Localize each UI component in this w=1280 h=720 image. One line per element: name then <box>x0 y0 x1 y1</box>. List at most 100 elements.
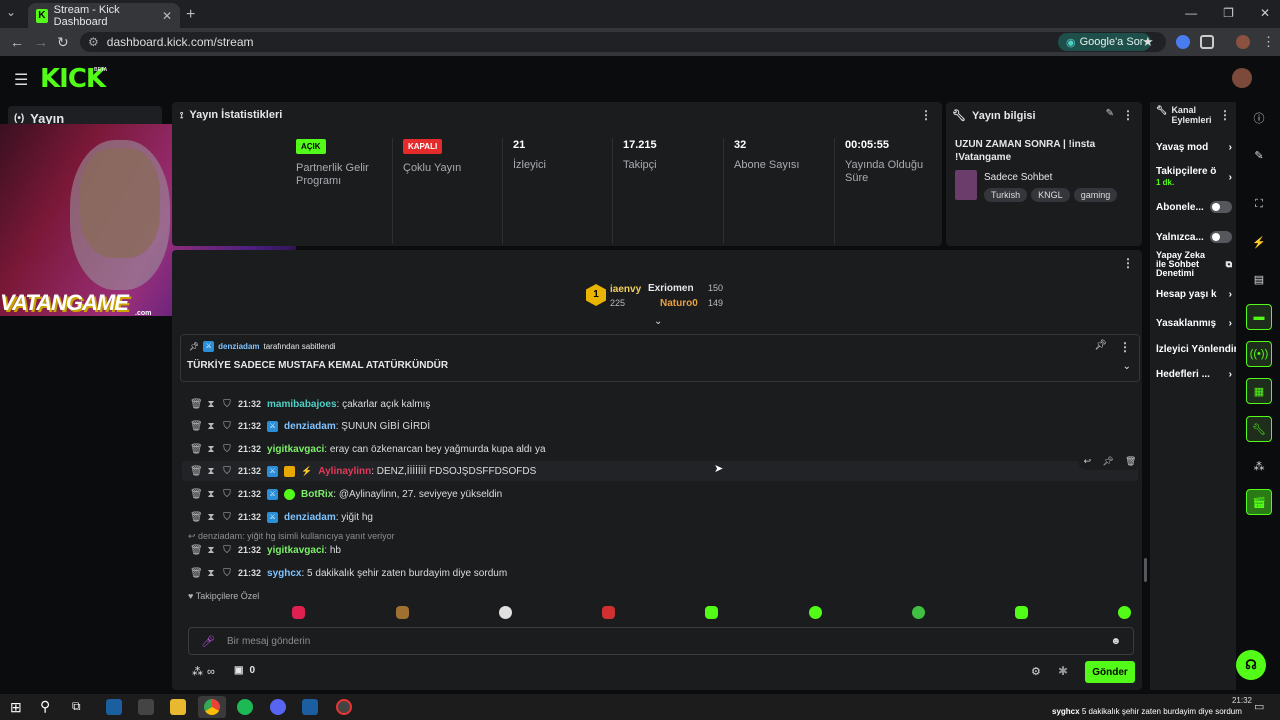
unpin-icon[interactable]: 📌︎ <box>1094 340 1107 351</box>
chat-message[interactable]: 🗑︎ ⧗ ⛉ 21:32 mamibabajoes: çakarlar açık k… <box>190 395 430 413</box>
timeout-icon[interactable]: ⧗ <box>206 568 216 579</box>
message-user[interactable]: denziadam <box>284 421 336 432</box>
collapse-leaderboard-icon[interactable]: ⌄ <box>654 316 662 327</box>
chat-menu-icon[interactable]: ⋮ <box>1122 256 1134 270</box>
delete-icon[interactable]: 🗑︎ <box>190 512 203 523</box>
delete-icon[interactable]: 🗑︎ <box>190 489 203 500</box>
chat-message[interactable]: 🗑︎ ⧗ ⛉ 21:32 yigitkavgaci: eray can özkena… <box>190 440 546 458</box>
store-app-icon[interactable] <box>138 699 154 715</box>
emote-icon[interactable] <box>809 606 822 619</box>
chat-bubble-icon[interactable]: ▬ <box>1246 304 1272 330</box>
forward-icon[interactable]: → <box>34 34 48 50</box>
emote-icon[interactable] <box>396 606 409 619</box>
timeout-icon[interactable]: ⧗ <box>206 512 216 523</box>
store-counter[interactable]: ▣ 0 <box>234 665 255 676</box>
broadcast-tool-icon[interactable]: ((•)) <box>1246 341 1272 367</box>
user-avatar[interactable] <box>1232 68 1252 88</box>
lightning-icon[interactable]: ⚡ <box>1246 229 1272 255</box>
chrome-icon[interactable] <box>204 699 220 715</box>
edit-pencil-icon[interactable]: ✎ <box>1106 108 1114 119</box>
delete-icon[interactable]: 🗑︎ <box>190 421 203 432</box>
ban-icon[interactable]: ⛉ <box>222 512 232 523</box>
site-info-icon[interactable]: ⚙ <box>88 35 99 49</box>
category-thumbnail[interactable] <box>955 170 977 200</box>
tab-search-icon[interactable]: ⌄ <box>6 5 16 19</box>
timeout-icon[interactable]: ⧗ <box>206 466 216 477</box>
share-icon[interactable]: ⁂ <box>1246 453 1272 479</box>
obs-icon[interactable] <box>336 699 352 715</box>
hamburger-menu-icon[interactable]: ☰ <box>14 70 28 90</box>
expand-pinned-icon[interactable]: ⌄ <box>1123 361 1131 372</box>
notifications-icon[interactable]: ▭ <box>1254 700 1264 713</box>
delete-icon[interactable]: 🗑︎ <box>190 399 203 410</box>
chat-message[interactable]: 🗑︎ ⧗ ⛉ 21:32 ⚔ denziadam: ŞUNUN GİBİ GİRDİ <box>190 417 430 435</box>
tag-pill[interactable]: gaming <box>1073 188 1118 202</box>
ban-icon[interactable]: ⛉ <box>222 545 232 556</box>
action-emotes-only[interactable]: Yalnızca... <box>1156 231 1232 243</box>
url-field[interactable]: ⚙ dashboard.kick.com/stream <box>80 32 1166 52</box>
pinned-by-user[interactable]: denziadam <box>218 342 259 351</box>
message-user[interactable]: mamibabajoes <box>267 399 336 410</box>
message-user[interactable]: Aylinaylinn <box>318 466 371 477</box>
reload-icon[interactable]: ↻ <box>57 34 69 51</box>
action-host[interactable]: İzleyici Yönlendir <box>1156 344 1236 355</box>
quick-emote-icon[interactable]: ✱ <box>1058 664 1068 678</box>
clapperboard-icon[interactable]: 🎬︎ <box>1246 489 1272 515</box>
emote-icon[interactable] <box>292 606 305 619</box>
help-support-icon[interactable]: ☊ <box>1236 650 1266 680</box>
emoji-icon[interactable]: ☻ <box>1110 636 1121 647</box>
clipboard-icon[interactable]: ▤ <box>1246 266 1272 292</box>
extension-icon[interactable] <box>1176 35 1190 49</box>
chat-message[interactable]: 🗑︎ ⧗ ⛉ 21:32 yigitkavgaci: hb <box>190 541 341 559</box>
search-icon[interactable]: ⚲ <box>40 698 50 715</box>
delete-icon[interactable]: 🗑︎ <box>190 444 203 455</box>
windows-start-icon[interactable]: ⊞ <box>10 699 22 716</box>
steam-app-icon[interactable] <box>302 699 318 715</box>
emote-icon[interactable] <box>1118 606 1131 619</box>
info-menu-icon[interactable]: ⋮ <box>1122 108 1134 122</box>
tools-icon[interactable]: 🔧︎ <box>1246 416 1272 442</box>
spotify-icon[interactable] <box>237 699 253 715</box>
message-user[interactable]: BotRix <box>301 489 333 500</box>
google-ask-button[interactable]: ◉ Google'a Sor <box>1058 33 1152 51</box>
ban-icon[interactable]: ⛉ <box>222 444 232 455</box>
reply-icon[interactable]: ↩ <box>1084 456 1092 467</box>
close-window-icon[interactable]: ✕ <box>1260 6 1270 20</box>
discord-icon[interactable] <box>270 699 286 715</box>
timeout-icon[interactable]: ⧗ <box>206 421 216 432</box>
chat-scrollbar[interactable] <box>1144 558 1147 582</box>
tag-pill[interactable]: KNGL <box>1031 188 1070 202</box>
chat-message[interactable]: 🗑︎ ⧗ ⛉ 21:32 ⚔ BotRix: @Aylinaylinn, 27. s… <box>190 485 502 503</box>
message-user[interactable]: syghcx <box>267 568 301 579</box>
ban-icon[interactable]: ⛉ <box>222 399 232 410</box>
pencil-icon[interactable]: ✎ <box>1246 142 1272 168</box>
minimize-icon[interactable]: — <box>1185 6 1197 20</box>
stats-menu-icon[interactable]: ⋮ <box>920 108 932 122</box>
tab-close-icon[interactable]: ✕ <box>162 9 172 23</box>
ban-icon[interactable]: ⛉ <box>222 568 232 579</box>
action-account-age[interactable]: Hesap yaşı k › <box>1156 289 1232 300</box>
browser-tab[interactable]: K Stream - Kick Dashboard ✕ <box>28 3 180 28</box>
action-subscribers-only[interactable]: Abonele... <box>1156 201 1232 213</box>
timeout-icon[interactable]: ⧗ <box>206 399 216 410</box>
bookmark-star-icon[interactable]: ★ <box>1142 34 1154 50</box>
voice-mic-icon[interactable]: 🎤︎ <box>201 635 215 648</box>
chat-message[interactable]: 🗑︎ ⧗ ⛉ 21:32 syghcx: 5 dakikalık şehir zat… <box>190 564 507 582</box>
action-goals[interactable]: Hedefleri ... › <box>1156 369 1232 380</box>
action-banned[interactable]: Yasaklanmış › <box>1156 318 1232 329</box>
ban-icon[interactable]: ⛉ <box>222 466 232 477</box>
timeout-icon[interactable]: ⧗ <box>206 444 216 455</box>
channel-points[interactable]: ⁂ ∞ <box>192 665 215 679</box>
emotes-only-toggle[interactable] <box>1210 231 1232 243</box>
new-tab-icon[interactable]: + <box>186 6 195 24</box>
action-slow-mode[interactable]: Yavaş mod › <box>1156 142 1232 153</box>
emote-icon[interactable] <box>1015 606 1028 619</box>
system-tray-clock[interactable]: 21:32 <box>1232 696 1252 706</box>
pinned-menu-icon[interactable]: ⋮ <box>1119 340 1131 354</box>
delete-message-icon[interactable]: 🗑︎ <box>1125 456 1136 467</box>
pin-message-icon[interactable]: 📌︎ <box>1102 456 1113 467</box>
action-ai-moderation[interactable]: Yapay Zeka ile Sohbet Denetimi ⧉ <box>1156 251 1232 278</box>
delete-icon[interactable]: 🗑︎ <box>190 568 203 579</box>
delete-icon[interactable]: 🗑︎ <box>190 466 203 477</box>
fullscreen-icon[interactable]: ⛶ <box>1246 191 1272 217</box>
